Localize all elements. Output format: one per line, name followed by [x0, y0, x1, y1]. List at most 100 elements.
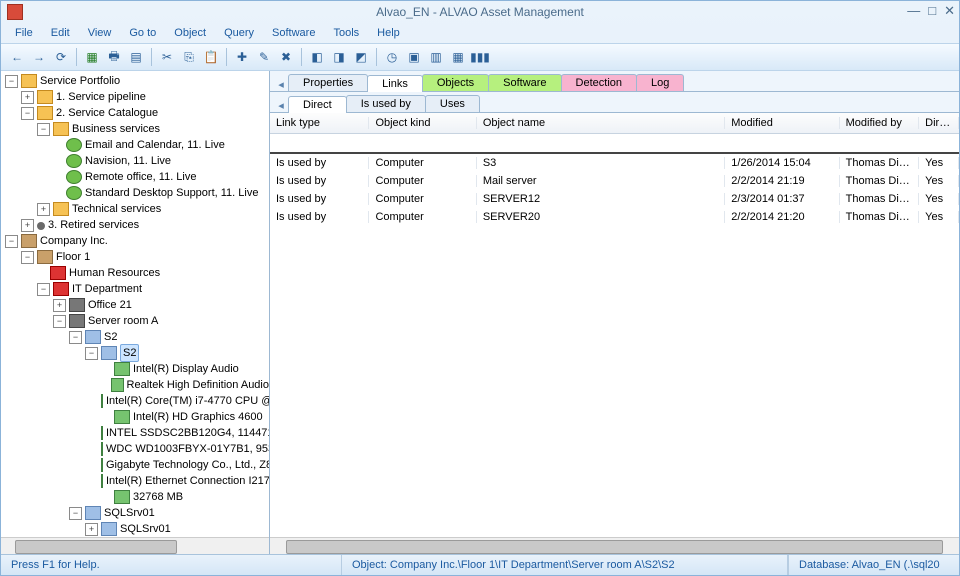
- tree-node[interactable]: INTEL SSDSC2BB120G4, 114471 MB: [1, 425, 269, 441]
- tree-node[interactable]: Email and Calendar, 11. Live: [1, 137, 269, 153]
- tab-objects[interactable]: Objects: [422, 74, 489, 91]
- subtab-scroll-left[interactable]: ◂: [274, 99, 288, 112]
- menu-query[interactable]: Query: [216, 25, 262, 41]
- table-row[interactable]: Is used byComputerSERVER122/3/2014 01:37…: [270, 190, 959, 208]
- tree-node[interactable]: Human Resources: [1, 265, 269, 281]
- tab-log[interactable]: Log: [636, 74, 684, 91]
- report-icon[interactable]: ▤: [126, 47, 146, 67]
- collapse-icon[interactable]: −: [21, 251, 34, 264]
- menu-object[interactable]: Object: [166, 25, 214, 41]
- tree-node[interactable]: 32768 MB: [1, 489, 269, 505]
- tree-node[interactable]: Navision, 11. Live: [1, 153, 269, 169]
- minimize-icon[interactable]: —: [907, 3, 920, 19]
- expand-icon[interactable]: +: [21, 219, 34, 232]
- col-header[interactable]: Object kind: [369, 117, 476, 129]
- tree-node[interactable]: Gigabyte Technology Co., Ltd., Z87: [1, 457, 269, 473]
- tree-node[interactable]: −Server room A: [1, 313, 269, 329]
- menu-view[interactable]: View: [80, 25, 120, 41]
- tree-node[interactable]: −S2: [1, 329, 269, 345]
- col-header[interactable]: Modified by: [840, 117, 920, 129]
- tree-node[interactable]: +1. Service pipeline: [1, 89, 269, 105]
- tree-hscrollbar[interactable]: [1, 537, 269, 554]
- menu-go-to[interactable]: Go to: [121, 25, 164, 41]
- grid-filter-row[interactable]: [270, 134, 959, 154]
- collapse-icon[interactable]: −: [69, 331, 82, 344]
- expand-icon[interactable]: +: [53, 299, 66, 312]
- col-header[interactable]: Link type: [270, 117, 369, 129]
- menu-software[interactable]: Software: [264, 25, 323, 41]
- tab-links[interactable]: Links: [367, 75, 423, 92]
- excel-icon[interactable]: ▦: [82, 47, 102, 67]
- new-icon[interactable]: ✚: [232, 47, 252, 67]
- expand-icon[interactable]: +: [37, 203, 50, 216]
- clock-icon[interactable]: ◷: [382, 47, 402, 67]
- back-button[interactable]: ←: [7, 47, 27, 67]
- action2-icon[interactable]: ◨: [329, 47, 349, 67]
- menu-help[interactable]: Help: [369, 25, 408, 41]
- tree-node[interactable]: −Floor 1: [1, 249, 269, 265]
- cut-icon[interactable]: ✂: [157, 47, 177, 67]
- object-tree[interactable]: −Service Portfolio+1. Service pipeline−2…: [1, 71, 269, 537]
- collapse-icon[interactable]: −: [53, 315, 66, 328]
- tree-node[interactable]: Intel(R) Ethernet Connection I217-: [1, 473, 269, 489]
- tree-node[interactable]: −2. Service Catalogue: [1, 105, 269, 121]
- tree-node[interactable]: Standard Desktop Support, 11. Live: [1, 185, 269, 201]
- tree-node[interactable]: +3. Retired services: [1, 217, 269, 233]
- collapse-icon[interactable]: −: [37, 283, 50, 296]
- close-icon[interactable]: ✕: [944, 3, 955, 19]
- collapse-icon[interactable]: −: [85, 347, 98, 360]
- tree-node[interactable]: −SQLSrv01: [1, 505, 269, 521]
- tree-node[interactable]: −Company Inc.: [1, 233, 269, 249]
- tree-node[interactable]: −Business services: [1, 121, 269, 137]
- delete-icon[interactable]: ✖: [276, 47, 296, 67]
- grid-hscrollbar[interactable]: [270, 537, 959, 554]
- table-row[interactable]: Is used byComputerSERVER202/2/2014 21:20…: [270, 208, 959, 226]
- paste-icon[interactable]: 📋: [201, 47, 221, 67]
- col-header[interactable]: Modified: [725, 117, 839, 129]
- col-header[interactable]: Object name: [477, 117, 725, 129]
- collapse-icon[interactable]: −: [5, 235, 18, 248]
- tree-node[interactable]: +Office 21: [1, 297, 269, 313]
- action3-icon[interactable]: ◩: [351, 47, 371, 67]
- collapse-icon[interactable]: −: [69, 507, 82, 520]
- tree-node[interactable]: Intel(R) Display Audio: [1, 361, 269, 377]
- collapse-icon[interactable]: −: [37, 123, 50, 136]
- copy-icon[interactable]: ⎘: [179, 47, 199, 67]
- maximize-icon[interactable]: □: [928, 3, 936, 19]
- action6-icon[interactable]: ▦: [448, 47, 468, 67]
- menu-edit[interactable]: Edit: [43, 25, 78, 41]
- table-row[interactable]: Is used byComputerMail server2/2/2014 21…: [270, 172, 959, 190]
- subtab-is-used-by[interactable]: Is used by: [346, 95, 426, 112]
- print-icon[interactable]: 🖶: [104, 47, 124, 67]
- collapse-icon[interactable]: −: [5, 75, 18, 88]
- subtab-direct[interactable]: Direct: [288, 96, 347, 113]
- tree-node[interactable]: −Service Portfolio: [1, 73, 269, 89]
- tab-scroll-left[interactable]: ◂: [274, 78, 288, 91]
- refresh-button[interactable]: ⟳: [51, 47, 71, 67]
- tree-node[interactable]: +SQLSrv01: [1, 521, 269, 537]
- tab-software[interactable]: Software: [488, 74, 561, 91]
- expand-icon[interactable]: +: [21, 91, 34, 104]
- grid-body[interactable]: Is used byComputerS31/26/2014 15:04Thoma…: [270, 154, 959, 537]
- subtab-uses[interactable]: Uses: [425, 95, 480, 112]
- table-row[interactable]: Is used byComputerS31/26/2014 15:04Thoma…: [270, 154, 959, 172]
- edit-icon[interactable]: ✎: [254, 47, 274, 67]
- collapse-icon[interactable]: −: [21, 107, 34, 120]
- action4-icon[interactable]: ▣: [404, 47, 424, 67]
- tree-node[interactable]: −IT Department: [1, 281, 269, 297]
- action5-icon[interactable]: ▥: [426, 47, 446, 67]
- tab-detection[interactable]: Detection: [561, 74, 637, 91]
- tree-node[interactable]: −S2: [1, 345, 269, 361]
- tree-node[interactable]: Intel(R) Core(TM) i7-4770 CPU @ 3.: [1, 393, 269, 409]
- action1-icon[interactable]: ◧: [307, 47, 327, 67]
- grid-header[interactable]: Link typeObject kindObject nameModifiedM…: [270, 113, 959, 134]
- barcode-icon[interactable]: ▮▮▮: [470, 47, 490, 67]
- tree-node[interactable]: WDC WD1003FBYX-01Y7B1, 95386: [1, 441, 269, 457]
- forward-button[interactable]: →: [29, 47, 49, 67]
- tree-node[interactable]: Intel(R) HD Graphics 4600: [1, 409, 269, 425]
- tab-properties[interactable]: Properties: [288, 74, 368, 91]
- menu-tools[interactable]: Tools: [325, 25, 367, 41]
- col-header[interactable]: Direct: [919, 117, 959, 129]
- tree-node[interactable]: +Technical services: [1, 201, 269, 217]
- menu-file[interactable]: File: [7, 25, 41, 41]
